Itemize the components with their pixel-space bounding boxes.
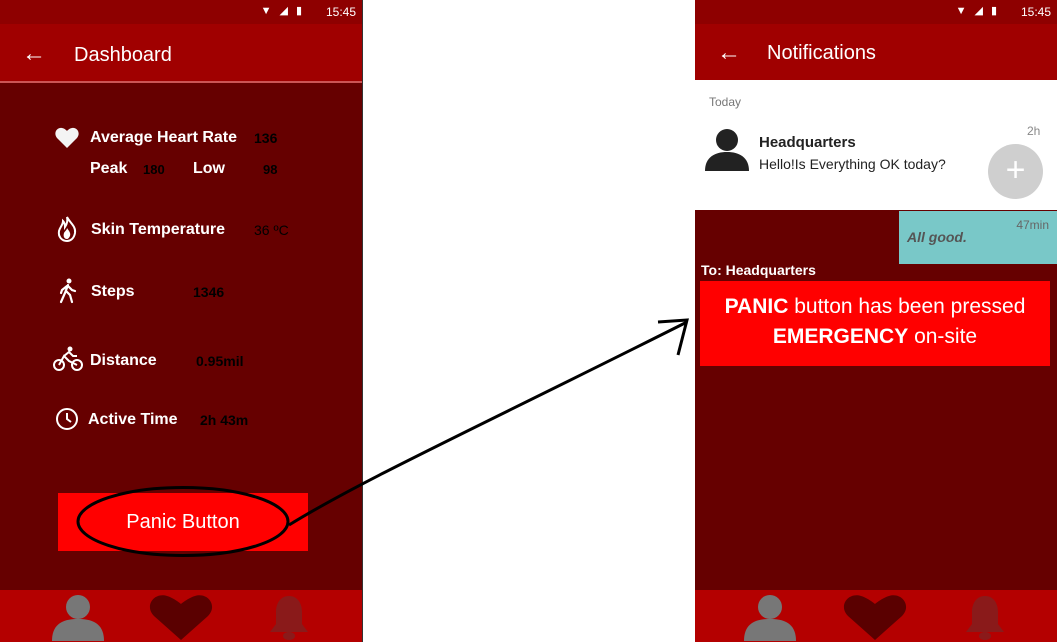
bottom-nav [0,590,362,642]
section-label: Today [709,95,742,109]
person-icon[interactable] [742,593,798,641]
app-bar: ← Dashboard [0,24,362,83]
back-arrow-icon[interactable]: ← [22,40,46,68]
wifi-icon: ▼ [260,5,280,17]
bell-icon[interactable] [964,594,1006,640]
alert-bold-2: EMERGENCY [772,325,909,348]
avatar-icon [705,129,749,171]
battery-icon: ▮ [295,5,310,17]
heart-icon[interactable] [842,594,908,640]
status-bar: ▼◢▮ 15:45 [695,0,1057,24]
walk-icon [59,278,77,304]
signal-icon: ◢ [974,5,991,17]
status-icons: ▼◢▮ [956,4,1005,17]
recipient-label: To: Headquarters [701,262,816,278]
reply-time: 47min [1016,218,1049,232]
reply-text: All good. [907,229,967,245]
person-icon[interactable] [50,593,106,641]
back-arrow-icon[interactable]: ← [717,39,741,67]
app-bar: ← Notifications [695,24,1057,80]
reply-bubble: All good. 47min [899,211,1057,264]
skin-temp-label: Skin Temperature [91,221,225,238]
notifications-screen: ▼◢▮ 15:45 ← Notifications Today Headquar… [695,0,1057,642]
plus-icon: + [1005,151,1026,189]
alert-text-1: button has been pressed [788,295,1026,318]
heart-rate-value: 136 [254,130,278,146]
wifi-icon: ▼ [955,5,975,17]
status-time: 15:45 [1020,5,1051,19]
heart-icon[interactable] [148,594,214,640]
alert-text-2: on-site [908,325,978,348]
add-button[interactable]: + [988,144,1043,199]
steps-value: 1346 [193,284,225,300]
clock-icon [56,408,78,430]
message-time: 2h [1027,124,1041,138]
active-time-label: Active Time [88,411,178,428]
message-text: Hello!Is Everything OK today? [759,156,946,172]
notification-card[interactable]: Today Headquarters Hello!Is Everything O… [695,80,1057,210]
bottom-nav [695,590,1057,642]
bell-icon[interactable] [268,594,310,640]
skin-temp-value: 36 ºC [254,222,289,238]
status-bar: ▼◢▮ 15:45 [0,0,362,24]
page-title: Dashboard [74,44,172,66]
peak-label: Peak [90,160,128,177]
emergency-alert: PANIC button has been pressed EMERGENCY … [700,281,1050,366]
bike-icon [53,346,83,371]
heart-icon [55,127,79,148]
flame-icon [57,216,77,242]
message-sender: Headquarters [759,134,856,151]
battery-icon: ▮ [990,5,1005,17]
status-icons: ▼◢▮ [261,4,310,17]
flow-arrow [288,318,689,527]
distance-label: Distance [90,352,157,369]
alert-bold-1: PANIC [724,295,789,318]
low-value: 98 [263,162,278,177]
distance-value: 0.95mil [196,353,244,369]
active-time-value: 2h 43m [200,412,249,428]
peak-value: 180 [143,162,165,177]
page-title: Notifications [767,42,876,64]
heart-rate-label: Average Heart Rate [90,129,238,146]
status-time: 15:45 [325,5,356,19]
steps-label: Steps [91,283,135,300]
low-label: Low [193,160,225,177]
highlight-ellipse [76,486,290,557]
signal-icon: ◢ [279,5,296,17]
